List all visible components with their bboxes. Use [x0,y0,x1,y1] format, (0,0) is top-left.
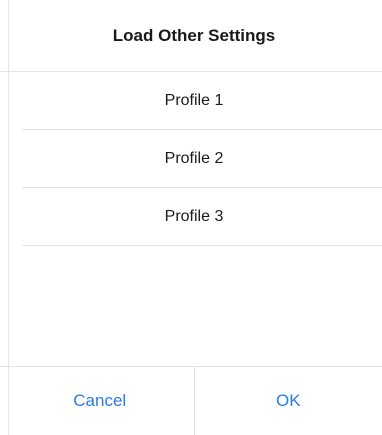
dialog-title: Load Other Settings [112,25,276,45]
load-settings-dialog: Load Other Settings Profile 1 Profile 2 … [0,0,382,435]
dialog-footer: Cancel OK [0,366,382,435]
profile-item-3[interactable]: Profile 3 [0,188,382,246]
dialog-header: Load Other Settings [0,0,382,72]
profile-item-2[interactable]: Profile 2 [0,130,382,188]
profile-item-label: Profile 3 [164,208,224,225]
cancel-button[interactable]: Cancel [0,367,194,435]
separator [22,245,382,246]
profile-item-label: Profile 1 [164,92,224,109]
ok-button[interactable]: OK [195,367,382,435]
profile-item-label: Profile 2 [164,150,224,167]
profile-list: Profile 1 Profile 2 Profile 3 [0,72,382,246]
profile-item-1[interactable]: Profile 1 [0,72,382,130]
